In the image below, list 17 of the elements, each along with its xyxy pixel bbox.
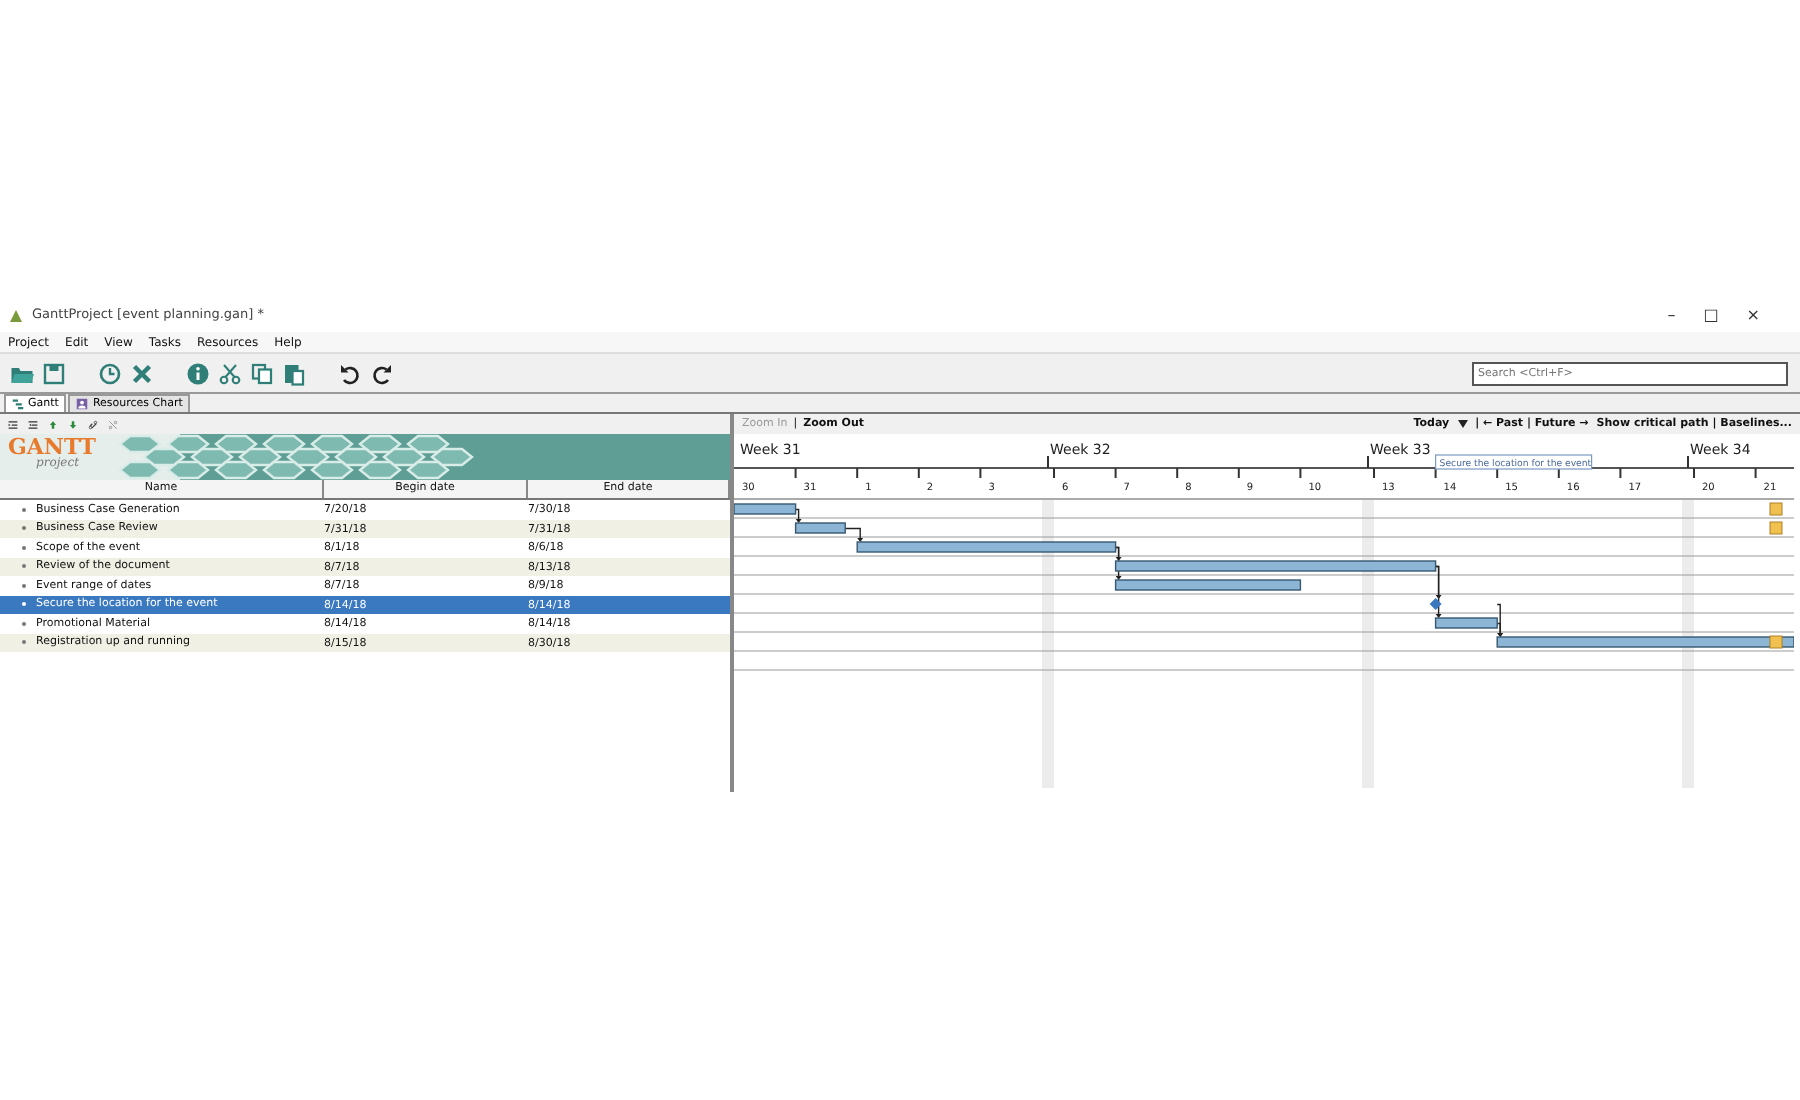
save-icon[interactable] — [38, 359, 70, 387]
minimize-button[interactable]: – — [1667, 304, 1676, 328]
copy-icon[interactable] — [246, 359, 278, 387]
gantt-chart-icon — [12, 398, 24, 410]
info-icon[interactable] — [182, 359, 214, 387]
caret-icon — [1457, 420, 1468, 428]
maximize-button[interactable]: □ — [1703, 304, 1719, 328]
task-bar — [734, 503, 797, 515]
task-bar — [1434, 617, 1498, 629]
people-icon — [76, 398, 89, 410]
milestone-marker — [1429, 598, 1442, 610]
clock-icon[interactable] — [94, 359, 126, 387]
logo-title: GANTT — [8, 436, 96, 458]
scissors-icon[interactable] — [214, 359, 246, 387]
close-button[interactable]: × — [1746, 304, 1760, 328]
app-icon — [8, 308, 24, 324]
task-bar — [794, 522, 846, 534]
